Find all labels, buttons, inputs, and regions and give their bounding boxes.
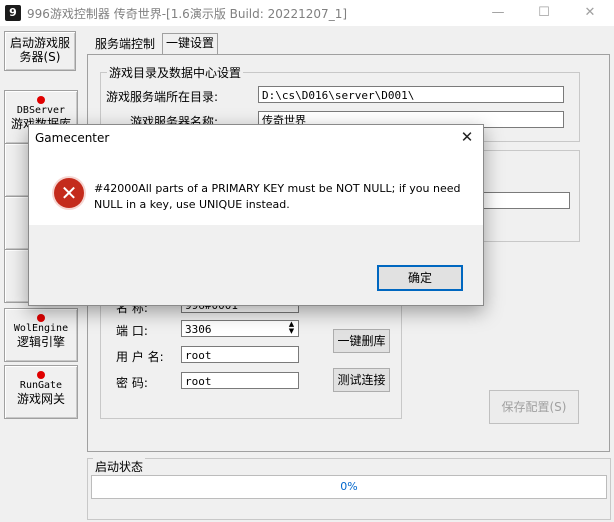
dialog-close-button[interactable]: ✕ <box>455 127 479 147</box>
db-password-input[interactable]: root <box>181 372 299 389</box>
status-dot <box>37 371 45 379</box>
window-title: 996游戏控制器 传奇世界-[1.6演示版 Build: 20221207_1] <box>27 7 348 21</box>
status-dot <box>37 314 45 322</box>
db-port-input[interactable]: 3306 <box>181 320 299 337</box>
sidebar-item-name: DBServer <box>16 105 66 116</box>
app-logo-icon: 9 <box>5 5 21 21</box>
maximize-button[interactable]: ☐ <box>521 0 567 26</box>
error-icon: ✕ <box>54 178 84 208</box>
status-title: 启动状态 <box>93 458 146 475</box>
start-server-button[interactable]: 启动游戏服务器(S) <box>4 31 76 71</box>
dialog-title: Gamecenter <box>35 131 110 145</box>
secondary-input[interactable] <box>480 192 570 209</box>
db-user-label: 用 户 名: <box>116 350 164 364</box>
sidebar-item-label: 游戏网关 <box>16 392 65 406</box>
db-user-input[interactable]: root <box>181 346 299 363</box>
status-dot <box>37 96 45 104</box>
tab-server-control[interactable]: 服务端控制 <box>92 35 158 53</box>
start-server-label: 启动游戏服务器(S) <box>9 36 70 64</box>
startup-progress-bar: 0% <box>91 475 607 499</box>
server-dir-input[interactable]: D:\cs\D016\server\D001\ <box>258 86 564 103</box>
db-port-label: 端 口: <box>116 324 148 338</box>
db-password-label: 密 码: <box>116 376 148 390</box>
sidebar-item-rungate[interactable]: RunGate 游戏网关 <box>4 365 78 419</box>
progress-text: 0% <box>340 480 358 493</box>
sidebar-item-name: WolEngine <box>13 323 69 334</box>
minimize-button[interactable]: — <box>475 0 521 26</box>
error-dialog: Gamecenter ✕ ✕ #42000All parts of a PRIM… <box>28 124 484 306</box>
port-spinner[interactable]: ▲ ▼ <box>285 321 298 336</box>
sidebar-item-name: RunGate <box>19 380 63 391</box>
sidebar-item-label: 逻辑引擎 <box>16 335 65 349</box>
save-config-button[interactable]: 保存配置(S) <box>489 390 579 424</box>
delete-database-button[interactable]: 一键删库 <box>333 329 390 353</box>
tab-one-click-settings[interactable]: 一键设置 <box>162 33 219 54</box>
ok-button[interactable]: 确定 <box>377 265 463 291</box>
server-dir-label: 游戏服务端所在目录: <box>106 90 219 104</box>
db-port-value: 3306 <box>185 323 212 336</box>
sidebar-item-wolengine[interactable]: WolEngine 逻辑引擎 <box>4 308 78 362</box>
spin-down-icon[interactable]: ▼ <box>285 328 298 335</box>
test-connection-button[interactable]: 测试连接 <box>333 368 390 392</box>
window-close-button[interactable]: ✕ <box>567 0 613 26</box>
group-title: 游戏目录及数据中心设置 <box>109 66 242 80</box>
dialog-message: #42000All parts of a PRIMARY KEY must be… <box>94 182 461 211</box>
